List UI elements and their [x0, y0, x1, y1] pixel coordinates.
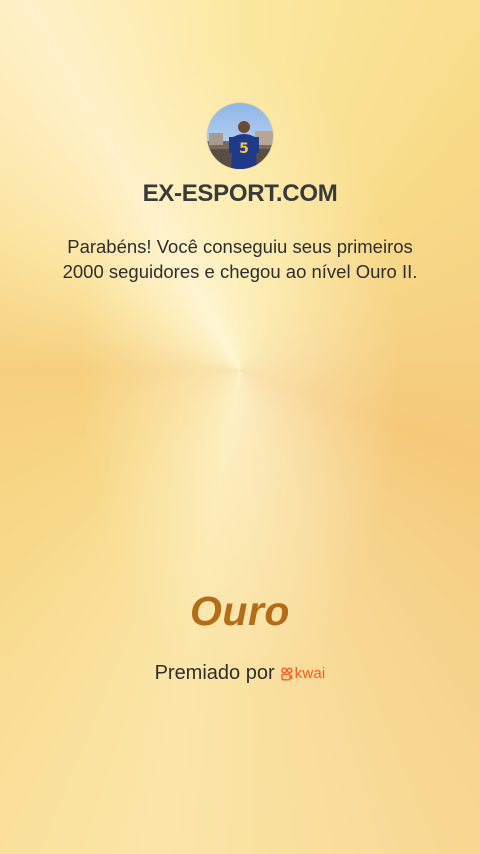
achievement-message: Parabéns! Você conseguiu seus primeiros … [62, 236, 418, 282]
achievement-screen: 5 EX-ESPORT.COM Parabéns! Você conseguiu… [0, 0, 480, 854]
kwai-logo-icon [280, 667, 293, 680]
avatar-image: 5 [207, 103, 273, 169]
username: EX-ESPORT.COM [142, 180, 338, 207]
brand-name: kwai [294, 665, 326, 682]
awarded-by-label: Premiado por [154, 662, 275, 684]
level-title: Ouro [190, 588, 290, 634]
avatar[interactable]: 5 [207, 103, 273, 169]
awarded-by: Premiado por kwai [0, 662, 480, 685]
svg-text:5: 5 [239, 141, 249, 157]
brand[interactable]: kwai [280, 665, 326, 682]
